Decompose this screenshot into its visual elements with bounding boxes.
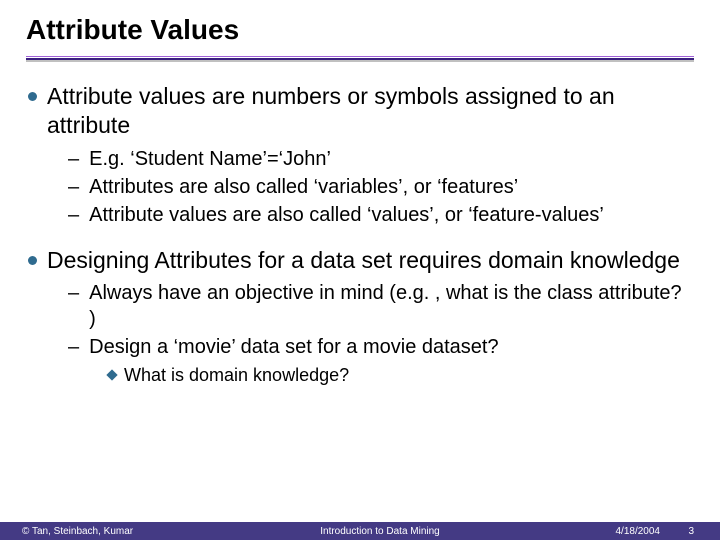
bullet-level2: – Attribute values are also called ‘valu… bbox=[68, 202, 692, 228]
circle-bullet-icon bbox=[28, 256, 37, 265]
footer-title: Introduction to Data Mining bbox=[220, 526, 540, 537]
dash-bullet-icon: – bbox=[68, 174, 79, 200]
bullet-level1: Designing Attributes for a data set requ… bbox=[28, 246, 692, 275]
footer-page-number: 3 bbox=[660, 526, 720, 537]
bullet-level3: What is domain knowledge? bbox=[108, 364, 692, 387]
bullet-text: Always have an objective in mind (e.g. ,… bbox=[89, 280, 692, 332]
bullet-level2: – Attributes are also called ‘variables’… bbox=[68, 174, 692, 200]
dash-bullet-icon: – bbox=[68, 334, 79, 360]
title-rule bbox=[26, 56, 694, 60]
dash-bullet-icon: – bbox=[68, 146, 79, 172]
bullet-text: Attribute values are also called ‘values… bbox=[89, 202, 604, 228]
bullet-text: E.g. ‘Student Name’=‘John’ bbox=[89, 146, 331, 172]
bullet-level1: Attribute values are numbers or symbols … bbox=[28, 82, 692, 140]
dash-bullet-icon: – bbox=[68, 280, 79, 332]
bullet-level2: – Design a ‘movie’ data set for a movie … bbox=[68, 334, 692, 360]
slide: Attribute Values Attribute values are nu… bbox=[0, 0, 720, 540]
footer-date: 4/18/2004 bbox=[540, 526, 660, 537]
slide-footer: © Tan, Steinbach, Kumar Introduction to … bbox=[0, 522, 720, 540]
sub-bullet-group: – Always have an objective in mind (e.g.… bbox=[68, 280, 692, 387]
diamond-bullet-icon bbox=[106, 370, 117, 381]
circle-bullet-icon bbox=[28, 92, 37, 101]
bullet-text: Designing Attributes for a data set requ… bbox=[47, 246, 680, 275]
dash-bullet-icon: – bbox=[68, 202, 79, 228]
bullet-text: What is domain knowledge? bbox=[124, 364, 349, 387]
bullet-level2: – E.g. ‘Student Name’=‘John’ bbox=[68, 146, 692, 172]
slide-title: Attribute Values bbox=[26, 14, 694, 46]
bullet-text: Attribute values are numbers or symbols … bbox=[47, 82, 692, 140]
bullet-level2: – Always have an objective in mind (e.g.… bbox=[68, 280, 692, 332]
bullet-text: Attributes are also called ‘variables’, … bbox=[89, 174, 518, 200]
sub-bullet-group: – E.g. ‘Student Name’=‘John’ – Attribute… bbox=[68, 146, 692, 228]
bullet-text: Design a ‘movie’ data set for a movie da… bbox=[89, 334, 498, 360]
content-area: Attribute values are numbers or symbols … bbox=[26, 82, 694, 388]
footer-author: © Tan, Steinbach, Kumar bbox=[0, 526, 220, 537]
